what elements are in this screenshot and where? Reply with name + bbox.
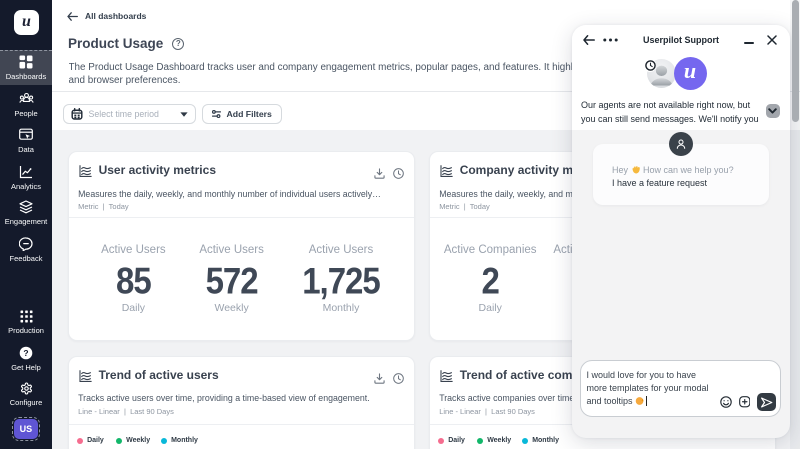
svg-text:?: ?: [23, 348, 28, 358]
